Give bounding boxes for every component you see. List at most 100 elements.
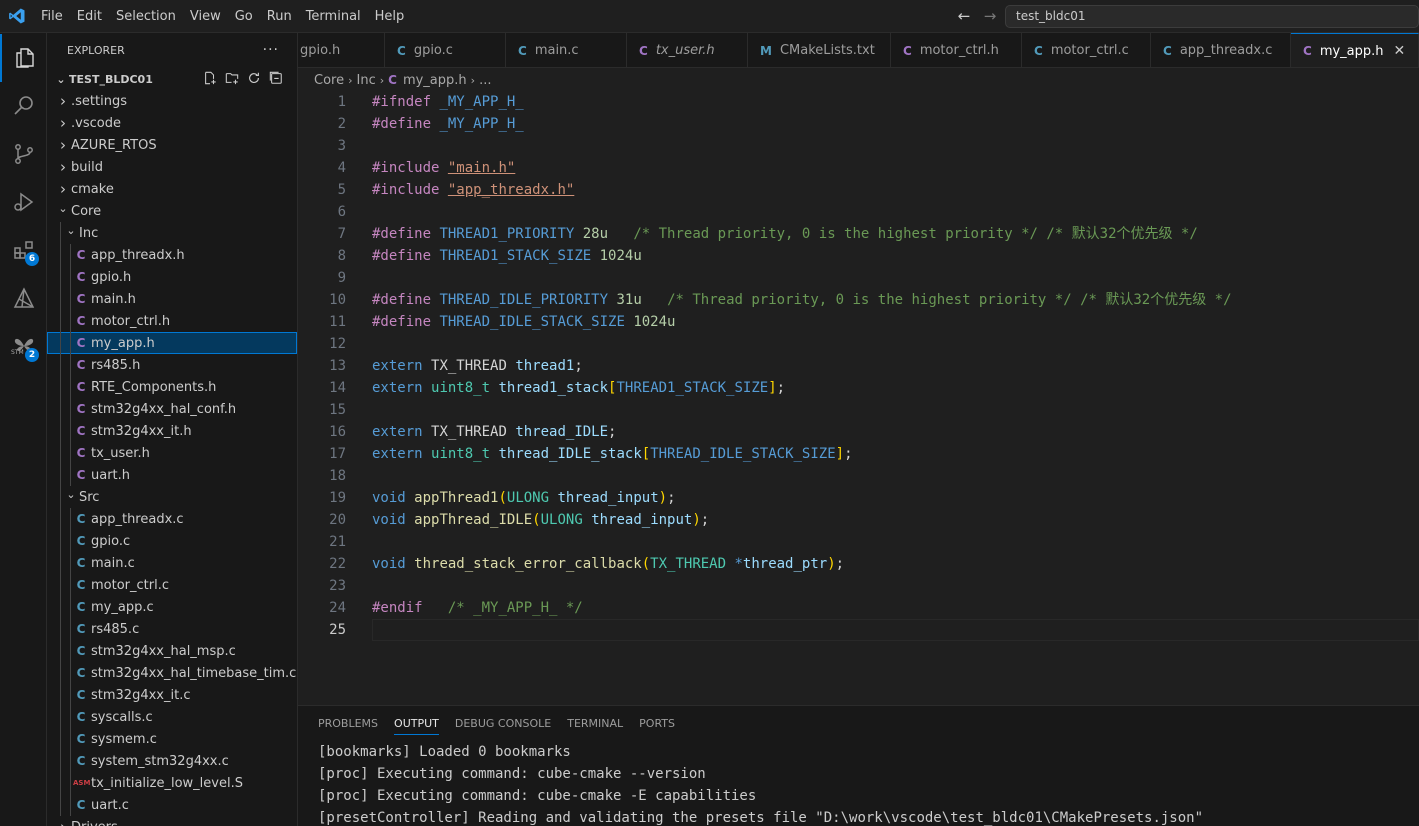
tab-label: tx_user.h [655,43,715,58]
tree-item-label: tx_user.h [91,445,150,461]
indent-guide [60,376,61,398]
tab-gpio-c[interactable]: Cgpio.c [385,33,506,67]
breadcrumb-inc[interactable]: Inc [357,73,376,88]
file-item[interactable]: C RTE_Components.h [47,376,297,398]
breadcrumb-core[interactable]: Core [314,73,344,88]
file-item[interactable]: Capp_threadx.c [47,508,297,530]
back-arrow-icon[interactable]: ← [954,6,974,26]
file-item[interactable]: Cmy_app.c [47,596,297,618]
file-item[interactable]: Cstm32g4xx_hal_timebase_tim.c [47,662,297,684]
folder-item[interactable]: › .vscode [47,112,297,134]
stm-label: STM [11,349,24,356]
panel-tab-problems[interactable]: PROBLEMS [310,706,386,741]
file-item[interactable]: Cstm32g4xx_it.c [47,684,297,706]
file-item[interactable]: Cgpio.c [47,530,297,552]
menu-go[interactable]: Go [228,0,260,33]
folder-item[interactable]: › build [47,156,297,178]
folder-item[interactable]: ›Drivers [47,816,297,826]
tab-tx-user-h[interactable]: Ctx_user.h [627,33,748,67]
file-item[interactable]: Ctx_user.h [47,442,297,464]
menu-selection[interactable]: Selection [109,0,183,33]
menu-edit[interactable]: Edit [70,0,109,33]
file-item[interactable]: Cmotor_ctrl.c [47,574,297,596]
tree-item-label: .vscode [71,115,121,131]
file-item[interactable]: Cstm32g4xx_hal_conf.h [47,398,297,420]
folder-item[interactable]: › .settings [47,90,297,112]
indent-guide [60,244,61,266]
code-editor[interactable]: 1 #ifndef _MY_APP_H_ 2 #define _MY_APP_H_ … [298,91,1419,705]
refresh-icon[interactable] [247,71,261,85]
command-center-search[interactable]: test_bldc01 [1005,5,1419,28]
explorer-activity[interactable] [0,34,47,82]
tree-item-label: system_stm32g4xx.c [91,753,229,769]
close-icon[interactable]: ✕ [1394,43,1406,59]
output-line: [proc] Executing command: cube-cmake --v… [318,766,706,782]
bottom-panel: PROBLEMS OUTPUT DEBUG CONSOLE TERMINAL PORTS… [298,705,1419,826]
panel-tab-ports[interactable]: PORTS [631,706,683,741]
file-item[interactable]: Csysmem.c [47,728,297,750]
menu-help[interactable]: Help [368,0,412,33]
folder-item[interactable]: ⌄ Inc [47,222,297,244]
tree-item-label: stm32g4xx_it.h [91,423,192,439]
c-file-icon: C [76,688,86,702]
tab-my-app-h[interactable]: Cmy_app.h ✕ [1291,33,1419,67]
project-root[interactable]: ⌄ TEST_BLDC01 [47,68,297,90]
folder-item[interactable]: ⌄ Core [47,200,297,222]
menu-view[interactable]: View [183,0,228,33]
indent-guide [70,332,71,354]
c-file-icon: C [518,43,527,58]
c-file-icon: C [76,644,86,658]
menu-run[interactable]: Run [260,0,299,33]
code-line: 2 #define _MY_APP_H_ [337,116,524,132]
tab-cmakelists-txt[interactable]: M CMakeLists.txt [748,33,891,67]
file-item[interactable]: Cmotor_ctrl.h [47,310,297,332]
file-item[interactable]: Cstm32g4xx_hal_msp.c [47,640,297,662]
cmake-activity[interactable] [0,274,47,322]
extensions-activity[interactable]: 6 [0,226,47,274]
file-item[interactable]: Cmy_app.h [47,332,297,354]
more-actions-icon[interactable]: ··· [263,42,279,58]
new-file-icon[interactable] [203,71,217,85]
tab-gpio-h[interactable]: gpio.h [298,33,385,67]
tab-app-threadx-c[interactable]: Capp_threadx.c [1151,33,1291,67]
file-item[interactable]: Cmain.c [47,552,297,574]
new-folder-icon[interactable] [225,71,239,85]
forward-arrow-icon[interactable]: → [980,6,1000,26]
file-item[interactable]: Cmain.h [47,288,297,310]
panel-tab-output[interactable]: OUTPUT [386,706,447,741]
tab-motor-ctrl-h[interactable]: Cmotor_ctrl.h [891,33,1022,67]
breadcrumb-file[interactable]: my_app.h [403,73,467,88]
source-control-activity[interactable] [0,130,47,178]
file-item[interactable]: Cuart.h [47,464,297,486]
menu-terminal[interactable]: Terminal [299,0,368,33]
indent-guide [60,530,61,552]
search-activity[interactable] [0,82,47,130]
stm32-activity[interactable]: STM 2 [0,322,47,370]
file-item[interactable]: Csyscalls.c [47,706,297,728]
folder-item[interactable]: › cmake [47,178,297,200]
chevron-down-icon: ⌄ [66,223,76,237]
panel-tab-terminal[interactable]: TERMINAL [559,706,631,741]
tree-item-label: .settings [71,93,127,109]
file-item[interactable]: Csystem_stm32g4xx.c [47,750,297,772]
run-debug-activity[interactable] [0,178,47,226]
tab-motor-ctrl-c[interactable]: Cmotor_ctrl.c [1022,33,1151,67]
panel-tab-debug-console[interactable]: DEBUG CONSOLE [447,706,559,741]
file-item[interactable]: Crs485.c [47,618,297,640]
breadcrumb-symbols[interactable]: ... [479,73,491,88]
file-item[interactable]: Crs485.h [47,354,297,376]
folder-item[interactable]: › AZURE_RTOS [47,134,297,156]
collapse-all-icon[interactable] [269,71,283,85]
file-item[interactable]: Capp_threadx.h [47,244,297,266]
file-item[interactable]: Cstm32g4xx_it.h [47,420,297,442]
file-item[interactable]: Cgpio.h [47,266,297,288]
code-line: 17 extern uint8_t thread_IDLE_stack[THREA… [329,446,853,462]
tab-main-c[interactable]: Cmain.c [506,33,627,67]
indent-guide [60,288,61,310]
tab-label: app_threadx.c [1179,43,1273,58]
cmake-icon [13,287,34,308]
folder-item[interactable]: ⌄ Src [47,486,297,508]
file-item[interactable]: ASM tx_initialize_low_level.S [47,772,297,794]
menu-file[interactable]: File [34,0,70,33]
file-item[interactable]: Cuart.c [47,794,297,816]
